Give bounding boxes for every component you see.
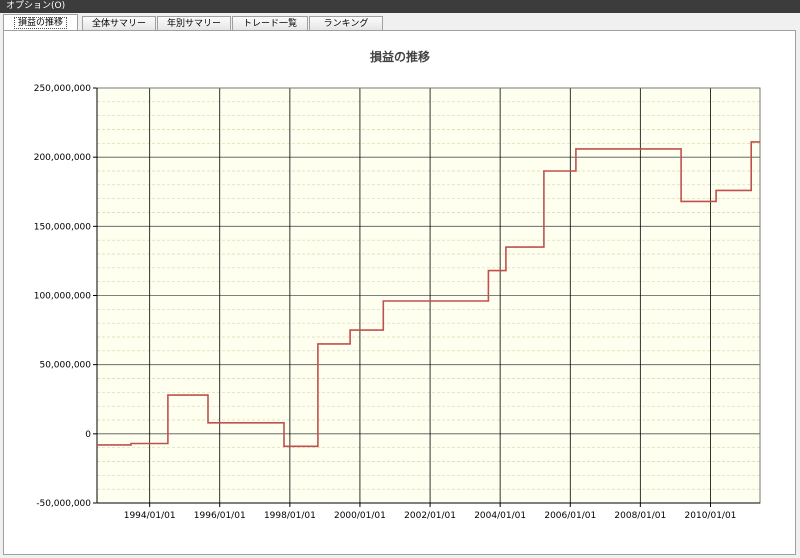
x-tick-label: 2010/01/01 bbox=[685, 511, 737, 521]
y-tick-label: 250,000,000 bbox=[34, 84, 92, 94]
x-tick-label: 2006/01/01 bbox=[544, 511, 596, 521]
x-tick-label: 1996/01/01 bbox=[194, 511, 246, 521]
y-tick-label: 50,000,000 bbox=[39, 361, 91, 371]
y-tick-label: 0 bbox=[85, 430, 91, 440]
x-tick-label: 2002/01/01 bbox=[404, 511, 456, 521]
y-tick-label: 150,000,000 bbox=[34, 222, 92, 232]
x-tick-label: 1994/01/01 bbox=[124, 511, 176, 521]
y-tick-label: 100,000,000 bbox=[34, 292, 92, 302]
pnl-chart: -50,000,000 0 50,000,000 100,000,000 150,000… bbox=[34, 84, 761, 521]
x-tick-label: 1998/01/01 bbox=[264, 511, 316, 521]
y-tick-label: 200,000,000 bbox=[34, 153, 92, 163]
x-tick-label: 2000/01/01 bbox=[334, 511, 386, 521]
x-tick-label: 2008/01/01 bbox=[614, 511, 666, 521]
x-tick-label: 2004/01/01 bbox=[474, 511, 526, 521]
y-tick-label: -50,000,000 bbox=[36, 499, 91, 509]
